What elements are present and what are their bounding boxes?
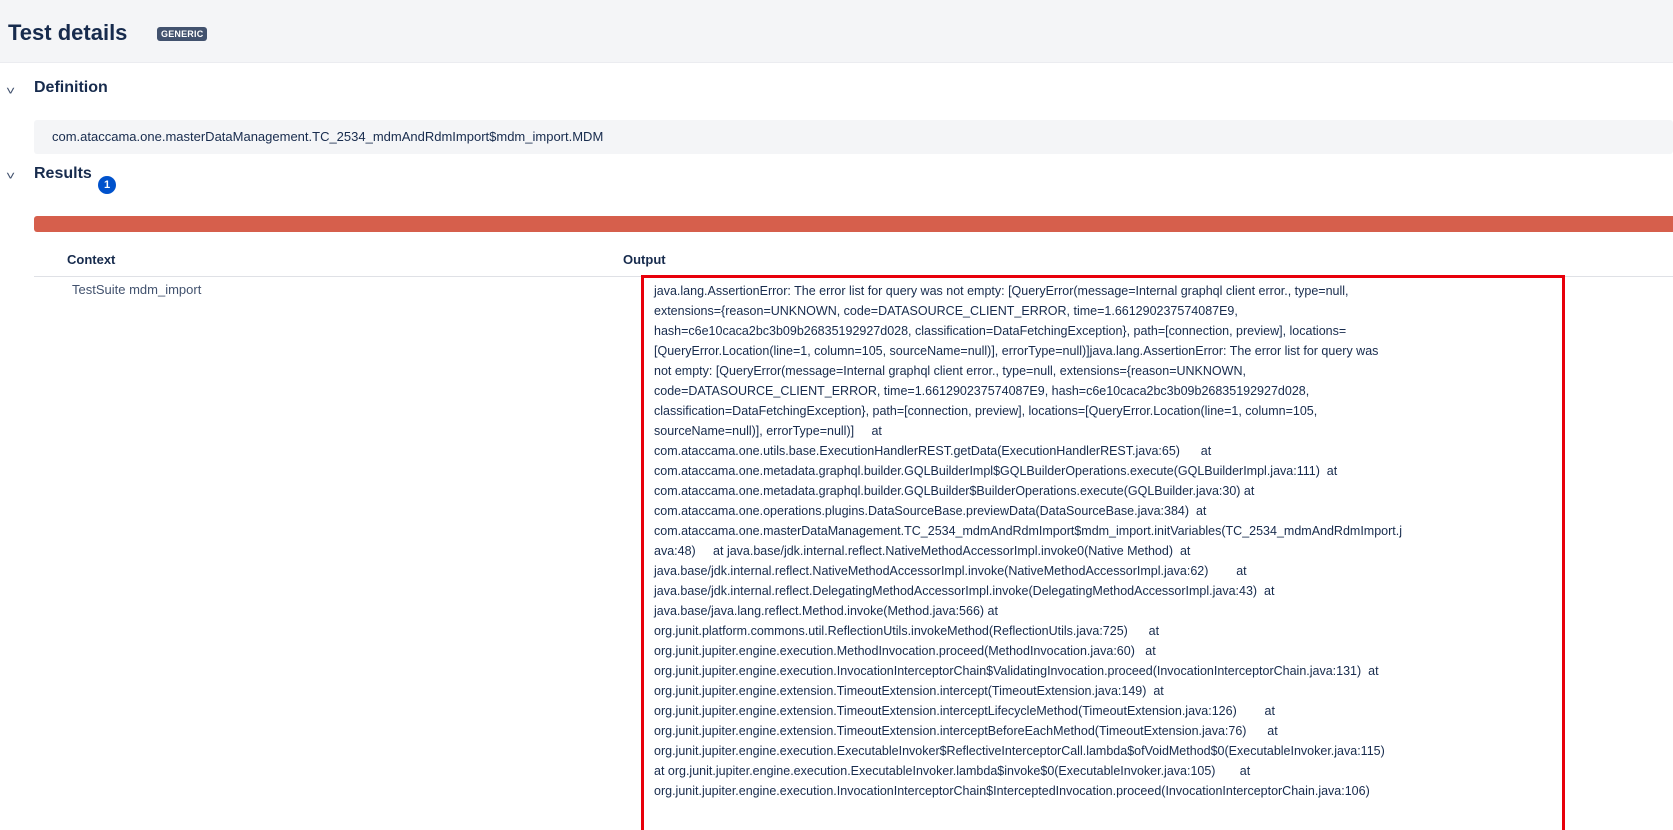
output-line: extensions={reason=UNKNOWN, code=DATASOU… [654, 304, 1238, 318]
output-line: classification=DataFetchingException}, p… [654, 404, 1318, 418]
output-line: org.junit.jupiter.engine.execution.Execu… [654, 744, 1385, 758]
output-stack-trace: java.lang.AssertionError: The error list… [644, 278, 1562, 801]
output-line: com.ataccama.one.masterDataManagement.TC… [654, 524, 1402, 538]
results-section-title[interactable]: Results [34, 165, 92, 183]
chevron-down-icon[interactable]: ˅ [6, 84, 15, 98]
output-line: com.ataccama.one.operations.plugins.Data… [654, 504, 1207, 518]
output-line: com.ataccama.one.metadata.graphql.builde… [654, 464, 1338, 478]
output-line: code=DATASOURCE_CLIENT_ERROR, time=1.661… [654, 384, 1310, 398]
output-line: com.ataccama.one.metadata.graphql.builde… [654, 484, 1255, 498]
output-line: org.junit.jupiter.engine.extension.Timeo… [654, 724, 1278, 738]
result-context-cell: TestSuite mdm_import [72, 282, 202, 297]
column-header-context: Context [67, 252, 116, 267]
column-header-output: Output [623, 252, 666, 267]
output-line: not empty: [QueryError(message=Internal … [654, 364, 1246, 378]
test-type-badge: GENERIC [157, 27, 208, 41]
page-header: Test details GENERIC [0, 0, 1673, 63]
output-line: org.junit.jupiter.engine.execution.Invoc… [654, 664, 1379, 678]
output-line: org.junit.platform.commons.util.Reflecti… [654, 624, 1160, 638]
output-line: com.ataccama.one.utils.base.ExecutionHan… [654, 444, 1212, 458]
output-line: org.junit.jupiter.engine.extension.Timeo… [654, 684, 1164, 698]
output-line: org.junit.jupiter.engine.extension.Timeo… [654, 704, 1275, 718]
output-line: org.junit.jupiter.engine.execution.Invoc… [654, 784, 1370, 798]
output-line: sourceName=null)], errorType=null)] at [654, 424, 882, 438]
output-line: ava:48) at java.base/jdk.internal.reflec… [654, 544, 1191, 558]
definition-value: com.ataccama.one.masterDataManagement.TC… [52, 129, 604, 144]
output-line: hash=c6e10caca2bc3b09b26835192927d028, c… [654, 324, 1347, 338]
definition-section-title[interactable]: Definition [34, 79, 108, 97]
output-line: at org.junit.jupiter.engine.execution.Ex… [654, 764, 1251, 778]
definition-toggle[interactable]: ˅ [6, 84, 15, 98]
output-line: java.lang.AssertionError: The error list… [654, 284, 1349, 298]
output-line: java.base/jdk.internal.reflect.Delegatin… [654, 584, 1275, 598]
page-title: Test details [8, 20, 128, 45]
results-count-badge: 1 [98, 176, 116, 194]
output-line: [QueryError.Location(line=1, column=105,… [654, 344, 1379, 358]
output-line: java.base/java.lang.reflect.Method.invok… [654, 604, 998, 618]
output-line: org.junit.jupiter.engine.execution.Metho… [654, 644, 1156, 658]
output-line: java.base/jdk.internal.reflect.NativeMet… [654, 564, 1247, 578]
results-status-bar [34, 216, 1673, 232]
results-toggle[interactable]: ˅ [6, 169, 15, 183]
definition-box: com.ataccama.one.masterDataManagement.TC… [34, 120, 1673, 154]
result-output-cell: java.lang.AssertionError: The error list… [641, 275, 1565, 830]
chevron-down-icon[interactable]: ˅ [6, 169, 15, 183]
